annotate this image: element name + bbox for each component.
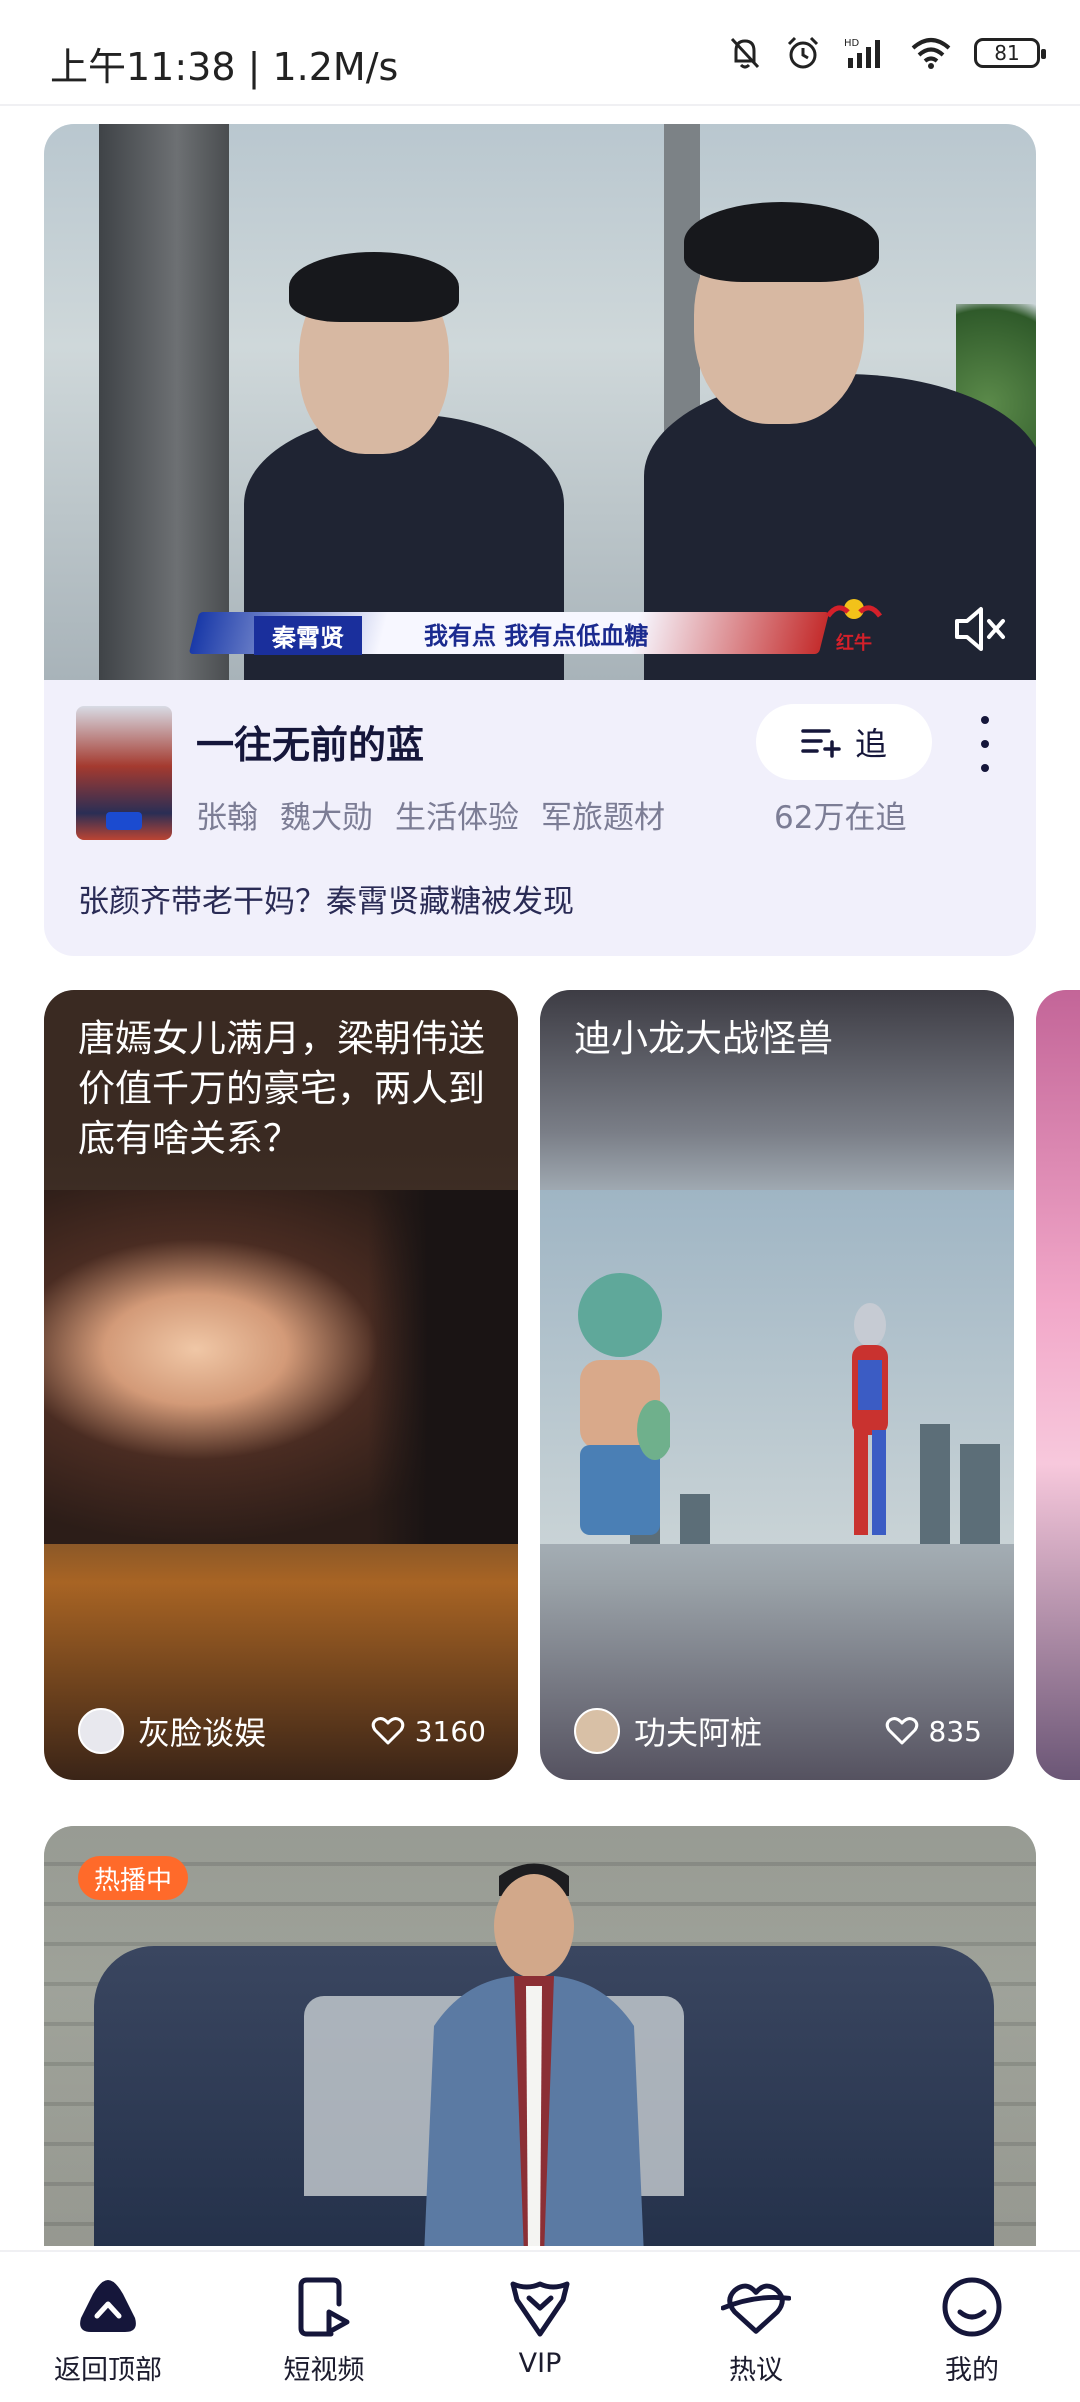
nav-label: 我的 — [945, 2355, 999, 2386]
status-icons: HD 81 — [728, 34, 1046, 72]
icon-wrapper — [289, 2272, 359, 2342]
author-name: 功夫阿桩 — [634, 1714, 763, 1752]
like-count[interactable]: 3160 — [371, 1715, 486, 1748]
heart-icon — [371, 1717, 404, 1745]
speaker-muted-icon — [955, 607, 1005, 651]
wifi-icon — [911, 38, 951, 69]
video-title: 唐嫣女儿满月，梁朝伟送价值千万的豪宅，两人到底有啥关系？ — [78, 1017, 485, 1160]
follow-button[interactable]: 追 — [756, 704, 932, 780]
status-time: 上午11:38 | 1.2M/s — [50, 45, 399, 89]
author-name: 灰脸谈娱 — [138, 1714, 267, 1752]
likes-value: 835 — [928, 1714, 982, 1748]
bottom-nav: 返回顶部 短视频 VIP 热议 我的 — [0, 2250, 1080, 2402]
avatar — [574, 1708, 620, 1754]
alarm-icon — [787, 36, 819, 69]
tag[interactable]: 生活体验 — [395, 792, 519, 837]
signal-icon: HD — [844, 38, 880, 68]
now-playing-badge: 热播中 — [78, 1856, 189, 1900]
video-title: 迪小龙大战怪兽 — [574, 1017, 833, 1060]
nav-vip[interactable]: VIP — [432, 2252, 648, 2402]
video-footer: 功夫阿桩 835 — [574, 1708, 982, 1754]
icon-wrapper — [721, 2272, 791, 2342]
short-video-card[interactable]: 迪小龙大战怪兽 功夫阿桩 835 — [540, 990, 1014, 1780]
dot — [981, 740, 989, 748]
author[interactable]: 灰脸谈娱 — [78, 1708, 266, 1754]
actor-figure — [424, 1863, 644, 2246]
hot-discussion-icon — [721, 2283, 791, 2334]
back-to-top-icon — [80, 2280, 136, 2332]
add-to-list-icon — [801, 729, 841, 758]
battery-icon: 81 — [974, 38, 1046, 68]
building — [920, 1424, 950, 1544]
tag[interactable]: 魏大勋 — [280, 792, 373, 837]
video-thumbnail — [44, 1190, 518, 1544]
nav-back-to-top[interactable]: 返回顶部 — [0, 2252, 216, 2402]
episode-description[interactable]: 张颜齐带老干妈？秦霄贤藏糖被发现 — [78, 876, 574, 921]
video-thumbnail — [540, 1190, 1014, 1544]
hero-figure — [852, 1303, 888, 1535]
svg-text:HD: HD — [844, 38, 860, 49]
divider — [0, 104, 1080, 106]
short-video-card[interactable]: 唐嫣女儿满月，梁朝伟送价值千万的豪宅，两人到底有啥关系？ 灰脸谈娱 3160 — [44, 990, 518, 1780]
video-footer: 灰脸谈娱 3160 — [78, 1708, 486, 1754]
window-frame — [99, 124, 229, 680]
hair — [289, 252, 459, 322]
more-options-button[interactable] — [970, 716, 1000, 772]
mute-button[interactable] — [946, 594, 1016, 664]
nav-label: 热议 — [729, 2355, 783, 2386]
author[interactable]: 功夫阿桩 — [574, 1708, 762, 1754]
icon-wrapper — [505, 2272, 575, 2342]
heart-icon — [885, 1717, 918, 1745]
video-player[interactable]: 秦霄贤 我有点 我有点低血糖 红牛 — [44, 124, 1036, 680]
dot — [981, 764, 989, 772]
show-info: 一往无前的蓝 张翰 魏大勋 生活体验 军旅题材 追 62万在追 张颜齐带老干妈？… — [44, 680, 1036, 956]
short-video-card[interactable] — [1036, 990, 1080, 1780]
nav-short-video[interactable]: 短视频 — [216, 2252, 432, 2402]
featured-card[interactable]: 秦霄贤 我有点 我有点低血糖 红牛 一往无前的蓝 张翰 魏大勋 生活体验 军旅题… — [44, 124, 1036, 956]
building — [680, 1494, 710, 1544]
monster-figure — [578, 1273, 670, 1535]
show-poster[interactable] — [76, 706, 172, 840]
follow-label: 追 — [854, 725, 887, 763]
dot — [981, 716, 989, 724]
icon-wrapper — [937, 2272, 1007, 2342]
nav-label: 短视频 — [283, 2355, 365, 2386]
short-video-icon — [298, 2277, 350, 2337]
battery-level: 81 — [994, 41, 1020, 65]
show-title[interactable]: 一往无前的蓝 — [196, 714, 424, 769]
hair — [684, 202, 879, 282]
subtitle-text: 我有点 我有点低血糖 — [424, 622, 649, 650]
profile-icon — [942, 2277, 1002, 2337]
status-bar: 上午11:38 | 1.2M/s HD 81 — [0, 0, 1080, 104]
tag[interactable]: 张翰 — [196, 792, 258, 837]
nav-profile[interactable]: 我的 — [864, 2252, 1080, 2402]
like-count[interactable]: 835 — [885, 1715, 982, 1748]
nav-hot-discussion[interactable]: 热议 — [648, 2252, 864, 2402]
nav-label: 返回顶部 — [54, 2355, 162, 2386]
bull-icon — [825, 599, 883, 619]
sponsor-label: 红牛 — [836, 633, 872, 654]
sponsor-logo: 红牛 — [824, 594, 884, 655]
hot-show-card[interactable]: 热播中 — [44, 1826, 1036, 2246]
avatar — [78, 1708, 124, 1754]
building — [960, 1444, 1000, 1544]
follow-count: 62万在追 — [774, 800, 907, 836]
tag[interactable]: 军旅题材 — [541, 792, 665, 837]
likes-value: 3160 — [414, 1714, 486, 1748]
mute-bell-icon — [730, 37, 760, 69]
nav-label: VIP — [518, 2348, 562, 2379]
show-tags: 张翰 魏大勋 生活体验 军旅题材 — [196, 792, 665, 837]
icon-wrapper — [73, 2272, 143, 2342]
subtitle-name: 秦霄贤 — [254, 616, 362, 655]
vip-icon — [510, 2281, 570, 2337]
